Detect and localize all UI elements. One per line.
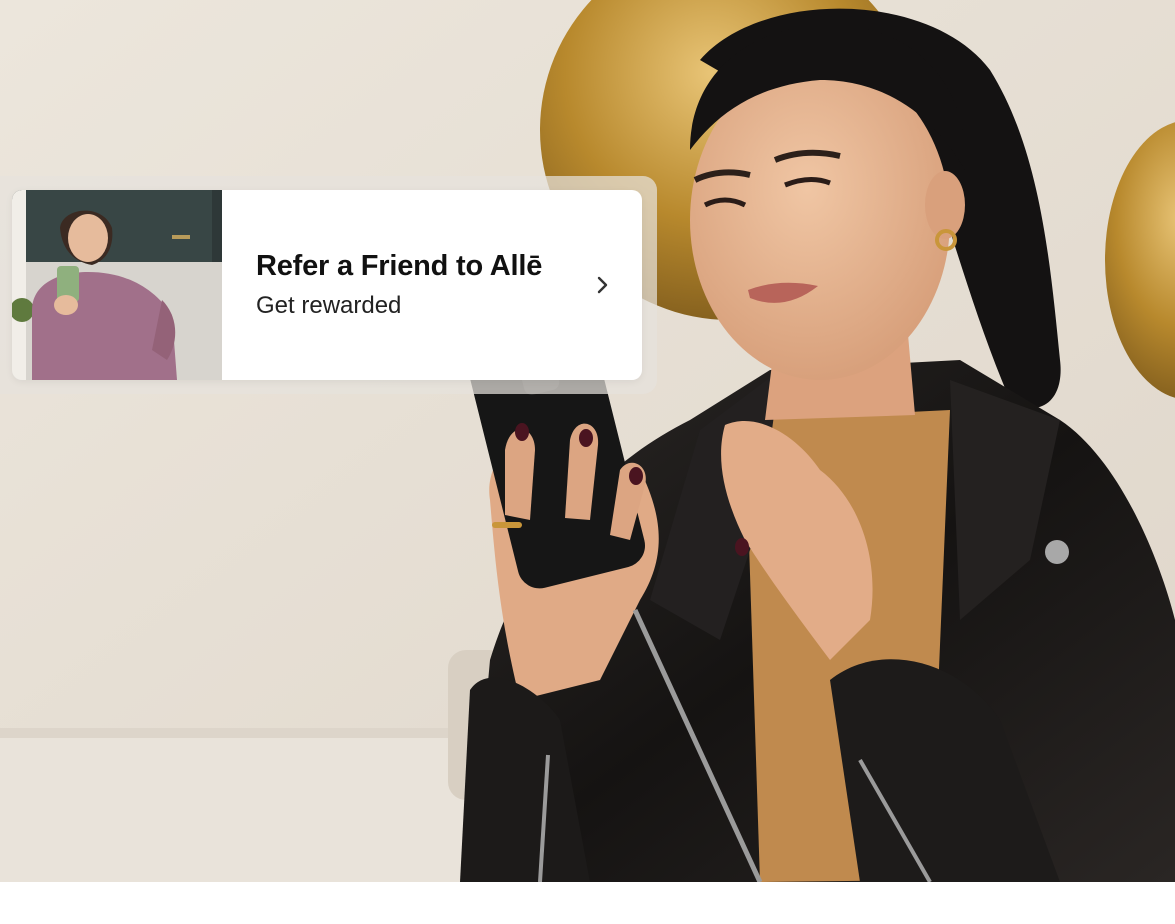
jacket-snap bbox=[1045, 540, 1069, 564]
woman-using-phone-photo bbox=[0, 0, 1175, 882]
refer-a-friend-card[interactable]: Refer a Friend to Allē Get rewarded bbox=[12, 190, 642, 380]
bottom-strip bbox=[0, 882, 1175, 924]
card-title: Refer a Friend to Allē bbox=[256, 250, 543, 282]
woman-taking-selfie-photo bbox=[12, 190, 222, 380]
hero-photo bbox=[0, 0, 1175, 882]
card-subtitle: Get rewarded bbox=[256, 292, 402, 319]
chevron-right-icon[interactable] bbox=[592, 274, 614, 296]
